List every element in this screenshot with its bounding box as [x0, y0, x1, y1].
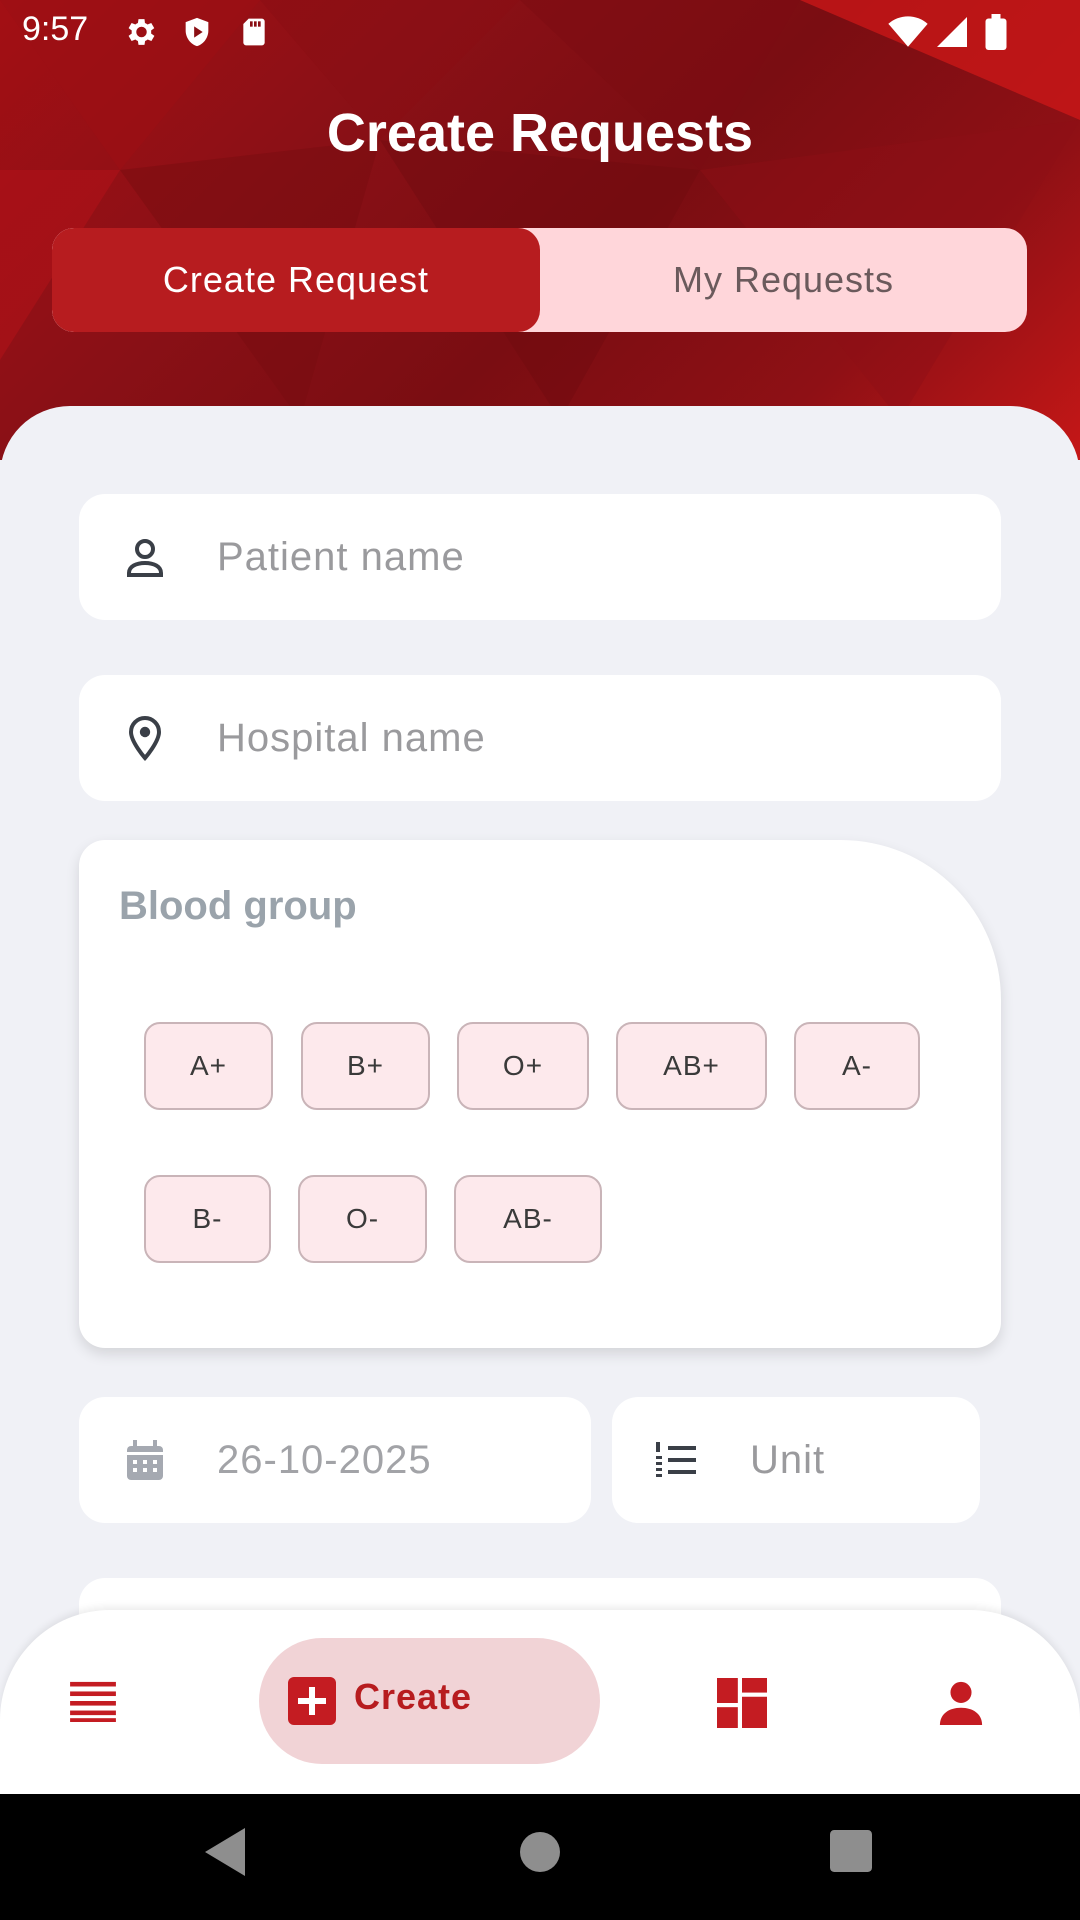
battery-icon — [985, 14, 1007, 50]
hospital-name-field[interactable]: Hospital name — [79, 675, 1001, 801]
blood-group-chip[interactable]: A+ — [144, 1022, 273, 1110]
blood-group-chip[interactable]: AB+ — [616, 1022, 767, 1110]
settings-gear-icon — [128, 19, 155, 45]
sd-card-icon — [243, 18, 265, 46]
plus-box-icon — [288, 1677, 336, 1725]
status-bar: 9:57 — [0, 0, 1080, 64]
unit-field[interactable]: Unit — [612, 1397, 980, 1523]
nav-create-button[interactable]: Create — [259, 1638, 600, 1764]
patient-name-field[interactable]: Patient name — [79, 494, 1001, 620]
blood-group-chip[interactable]: O+ — [457, 1022, 589, 1110]
location-pin-icon — [128, 715, 162, 762]
bottom-nav: Create — [0, 1610, 1080, 1794]
wifi-icon — [888, 16, 928, 47]
blood-group-title: Blood group — [119, 884, 357, 928]
person-icon — [127, 539, 163, 577]
numbered-list-icon — [656, 1442, 696, 1477]
blood-group-chip[interactable]: AB- — [454, 1175, 602, 1263]
status-time: 9:57 — [22, 10, 89, 48]
system-nav-bar — [0, 1794, 1080, 1920]
tab-my-requests[interactable]: My Requests — [540, 228, 1027, 332]
tab-create-request[interactable]: Create Request — [52, 228, 540, 332]
date-value: 26-10-2025 — [217, 1437, 432, 1482]
recents-icon[interactable] — [830, 1830, 872, 1872]
calendar-icon — [127, 1440, 163, 1480]
blood-group-chip[interactable]: O- — [298, 1175, 427, 1263]
blood-group-chip[interactable]: B- — [144, 1175, 271, 1263]
blood-group-card: Blood group A+ B+ O+ AB+ A- B- O- AB- — [79, 840, 1001, 1348]
patient-name-placeholder: Patient name — [217, 534, 465, 579]
home-icon[interactable] — [520, 1832, 560, 1872]
cell-signal-icon — [937, 17, 967, 47]
shield-play-icon — [185, 17, 209, 47]
back-icon[interactable] — [204, 1828, 246, 1876]
page-title: Create Requests — [326, 103, 754, 163]
blood-group-chip[interactable]: B+ — [301, 1022, 430, 1110]
hospital-name-placeholder: Hospital name — [217, 715, 486, 760]
list-icon[interactable] — [70, 1680, 116, 1722]
nav-create-label: Create — [354, 1676, 473, 1717]
blood-group-chip[interactable]: A- — [794, 1022, 920, 1110]
unit-placeholder: Unit — [750, 1437, 826, 1482]
profile-icon[interactable] — [938, 1678, 984, 1726]
screen: 9:57 Create Requests My Requests Create … — [0, 0, 1080, 1794]
date-field[interactable]: 26-10-2025 — [79, 1397, 591, 1523]
request-tabs: My Requests Create Request — [52, 228, 1027, 332]
dashboard-icon[interactable] — [717, 1678, 767, 1728]
